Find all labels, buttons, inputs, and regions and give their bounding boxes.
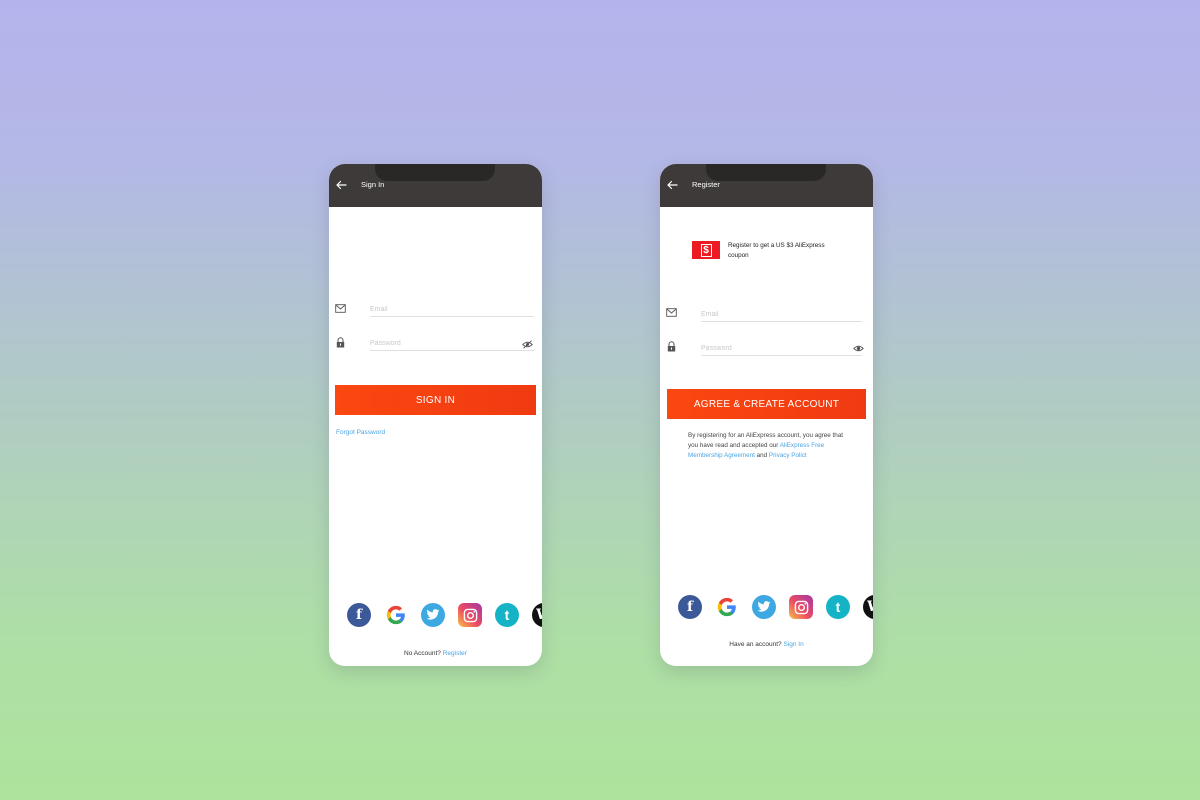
facebook-glyph: f [686,599,694,615]
facebook-icon[interactable]: f [347,603,371,627]
page-title: Sign In [361,180,385,189]
password-input[interactable] [701,342,862,356]
register-link[interactable]: Register [443,650,467,657]
wordpress-glyph: W [867,599,873,615]
twitter-icon[interactable] [752,595,776,619]
instagram-icon[interactable] [789,595,813,619]
social-login-row: f t W [347,603,542,627]
instagram-glyph [794,600,808,614]
google-icon[interactable] [384,603,408,627]
lock-icon [336,337,345,348]
coupon-text: Register to get a US $3 AliExpress coupo… [728,242,825,259]
terms-text: By registering for an AliExpress account… [688,431,853,461]
phone-notch [375,164,495,181]
signin-header: Sign In [329,164,542,207]
back-arrow-icon[interactable] [335,179,347,191]
tumblr-icon[interactable]: t [495,603,519,627]
google-icon[interactable] [715,595,739,619]
signin-screen: Sign In SIGN IN Forgot Password f [329,164,542,666]
instagram-glyph [463,608,477,622]
instagram-icon[interactable] [458,603,482,627]
lock-icon [667,341,676,352]
page-title: Register [692,180,720,189]
tumblr-glyph: t [835,599,841,615]
coupon-icon: $ [692,241,720,259]
google-logo [386,605,405,625]
wordpress-icon[interactable]: W [863,595,873,619]
privacy-policy-link[interactable]: Privacy Polict [769,452,807,459]
forgot-password-link[interactable]: Forgot Password [336,429,385,436]
create-account-button[interactable]: AGREE & CREATE ACCOUNT [667,389,866,419]
register-header: Register [660,164,873,207]
wordpress-glyph: W [536,607,542,623]
email-input[interactable] [701,308,862,322]
eye-off-icon[interactable] [522,340,533,349]
twitter-icon[interactable] [421,603,445,627]
mail-icon [335,304,346,313]
social-login-row: f t W [678,595,873,619]
twitter-bird [426,609,440,620]
eye-icon[interactable] [853,344,864,353]
have-account-text: Have an account? [729,641,782,648]
mail-icon [666,308,677,317]
sign-in-button[interactable]: SIGN IN [335,385,536,415]
twitter-bird [757,601,771,612]
no-account-text: No Account? [404,650,441,657]
wordpress-icon[interactable]: W [532,603,542,627]
google-logo [717,597,736,617]
tumblr-icon[interactable]: t [826,595,850,619]
dollar-icon: $ [700,243,712,257]
phone-notch [706,164,826,181]
tumblr-glyph: t [504,607,510,623]
register-prompt: No Account? Register [329,650,542,657]
facebook-glyph: f [355,607,363,623]
signin-prompt: Have an account? Sign In [660,641,873,648]
register-screen: Register $ Register to get a US $3 AliEx… [660,164,873,666]
password-input[interactable] [370,337,534,351]
back-arrow-icon[interactable] [666,179,678,191]
terms-and: and [756,452,768,459]
facebook-icon[interactable]: f [678,595,702,619]
email-input[interactable] [370,303,534,317]
sign-in-link[interactable]: Sign In [783,641,803,648]
